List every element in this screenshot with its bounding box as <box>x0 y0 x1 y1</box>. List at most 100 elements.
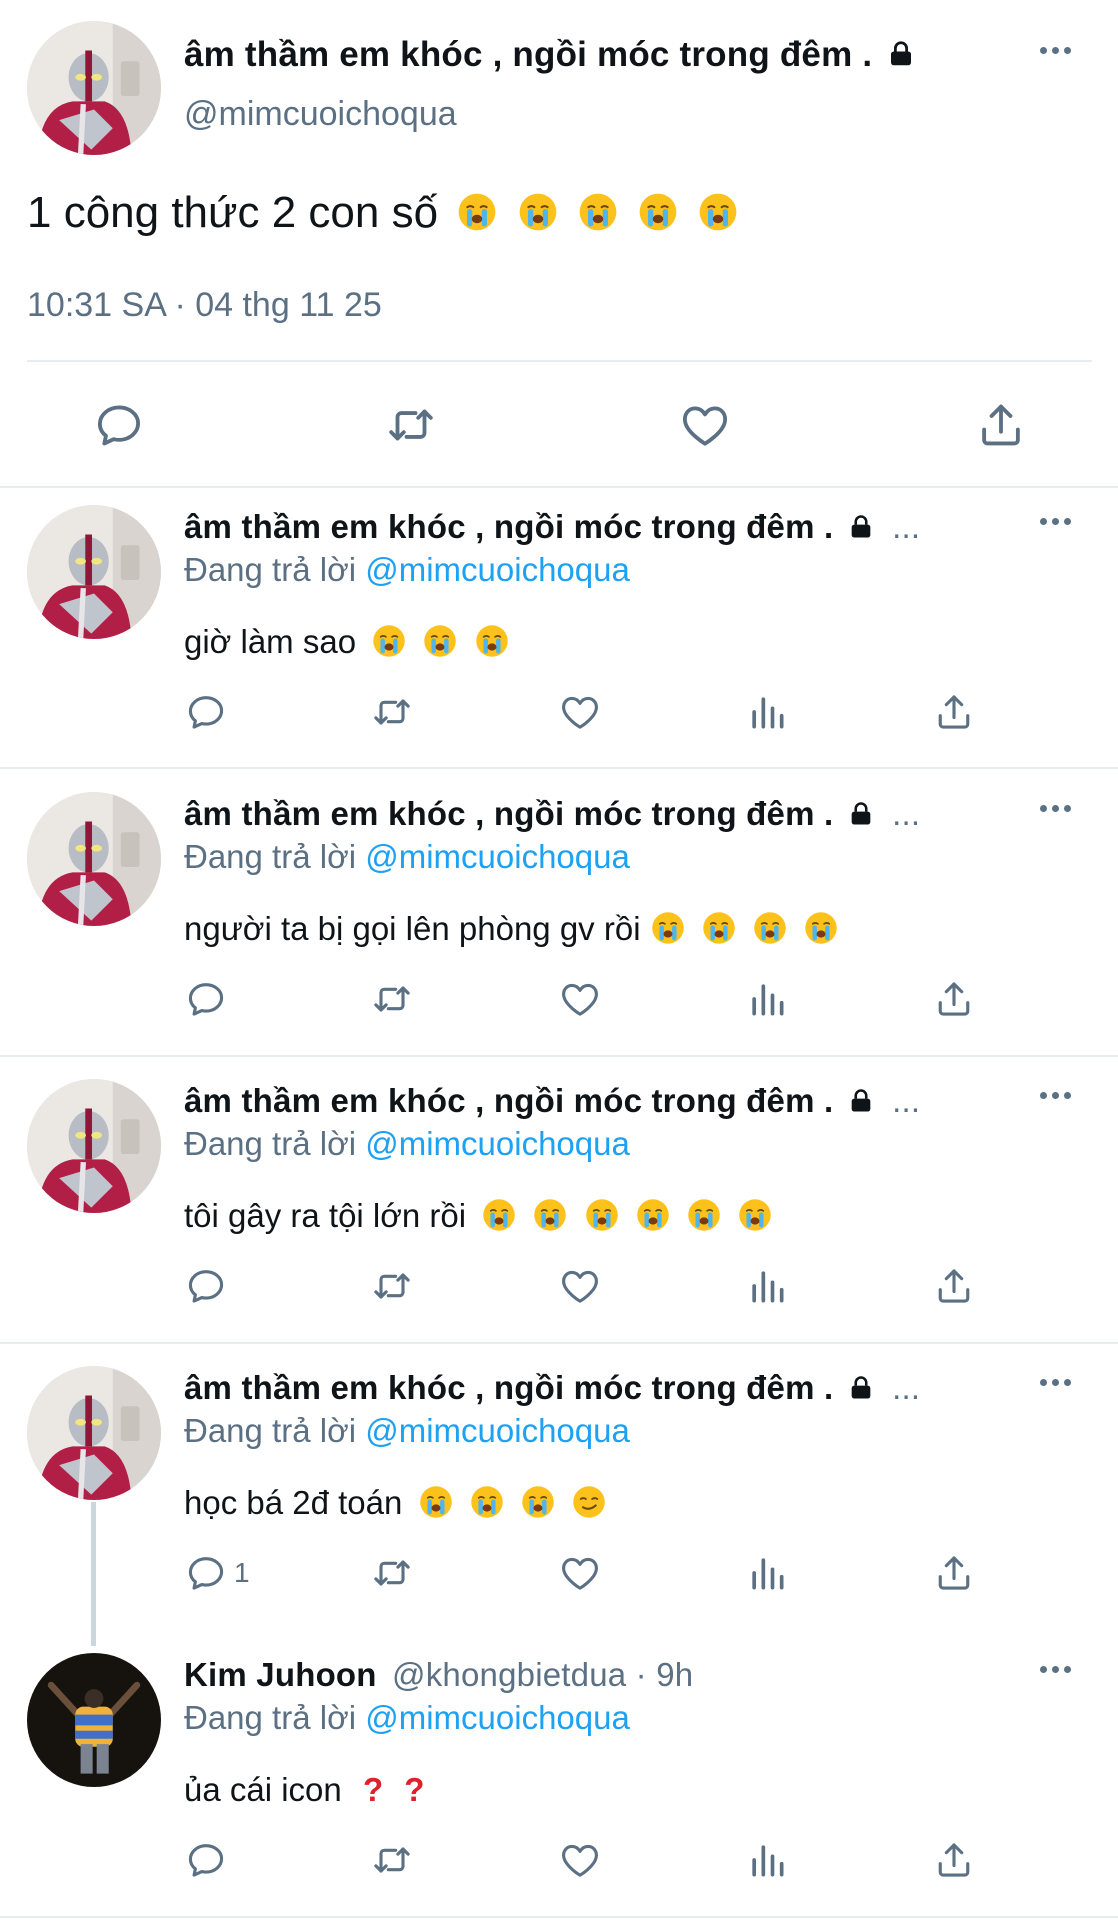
divider <box>27 360 1092 362</box>
reply-tweet[interactable]: Kim Juhoon @khongbietdua · 9h Đang trả l… <box>0 1636 1118 1922</box>
like-icon[interactable] <box>558 977 602 1021</box>
avatar[interactable] <box>27 1366 161 1500</box>
loudly-crying-emoji-icon <box>635 1197 671 1233</box>
loudly-crying-emoji-icon <box>577 191 619 233</box>
more-options-icon[interactable] <box>1040 1379 1071 1386</box>
retweet-icon[interactable] <box>384 398 438 452</box>
retweet-icon[interactable] <box>370 1838 414 1882</box>
reply-tweet[interactable]: âm thầm em khóc , ngồi móc trong đêm . .… <box>0 775 1118 1061</box>
loudly-crying-emoji-icon <box>584 1197 620 1233</box>
share-icon[interactable] <box>932 1264 976 1308</box>
tweet-text: tôi gây ra tội lớn rồi <box>184 1197 773 1235</box>
more-options-icon[interactable] <box>1040 47 1071 54</box>
share-icon[interactable] <box>974 398 1028 452</box>
replying-to: Đang trả lời @mimcuoichoqua <box>184 1412 630 1449</box>
share-icon[interactable] <box>932 977 976 1021</box>
loudly-crying-emoji-icon <box>520 1484 556 1520</box>
replying-to: Đang trả lời @mimcuoichoqua <box>184 1699 630 1736</box>
loudly-crying-emoji-icon <box>637 191 679 233</box>
reply-tweet[interactable]: âm thầm em khóc , ngồi móc trong đêm . .… <box>0 1349 1118 1635</box>
tweet-thread: âm thầm em khóc , ngồi móc trong đêm . @… <box>0 0 1118 1920</box>
analytics-icon[interactable] <box>745 1264 789 1308</box>
reply-icon[interactable] <box>184 977 228 1021</box>
loudly-crying-emoji-icon <box>752 910 788 946</box>
reply-tweet[interactable]: âm thầm em khóc , ngồi móc trong đêm . .… <box>0 488 1118 774</box>
display-name[interactable]: âm thầm em khóc , ngồi móc trong đêm . .… <box>184 1082 920 1120</box>
lock-icon <box>847 1087 875 1115</box>
share-icon[interactable] <box>932 690 976 734</box>
share-icon[interactable] <box>932 1551 976 1595</box>
more-options-icon[interactable] <box>1040 518 1071 525</box>
mention-link[interactable]: @mimcuoichoqua <box>365 838 630 875</box>
display-name[interactable]: âm thầm em khóc , ngồi móc trong đêm . <box>184 35 916 75</box>
reply-icon[interactable] <box>92 398 146 452</box>
loudly-crying-emoji-icon <box>474 623 510 659</box>
lock-icon <box>847 513 875 541</box>
analytics-icon[interactable] <box>745 977 789 1021</box>
analytics-icon[interactable] <box>745 1838 789 1882</box>
replying-to: Đang trả lời @mimcuoichoqua <box>184 838 630 875</box>
retweet-icon[interactable] <box>370 1551 414 1595</box>
lock-icon <box>847 800 875 828</box>
loudly-crying-emoji-icon <box>686 1197 722 1233</box>
lock-icon <box>886 39 916 69</box>
question-mark-emoji-icon: ? <box>404 1771 425 1808</box>
tweet-text: người ta bị gọi lên phòng gv rồi <box>184 910 839 948</box>
divider <box>0 1055 1118 1057</box>
loudly-crying-emoji-icon <box>737 1197 773 1233</box>
like-icon[interactable] <box>558 1838 602 1882</box>
mention-link[interactable]: @mimcuoichoqua <box>365 1699 630 1736</box>
retweet-icon[interactable] <box>370 1264 414 1308</box>
main-tweet: âm thầm em khóc , ngồi móc trong đêm . @… <box>0 0 1118 488</box>
reply-tweet[interactable]: âm thầm em khóc , ngồi móc trong đêm . .… <box>0 1062 1118 1348</box>
reply-icon[interactable] <box>184 1838 228 1882</box>
display-name[interactable]: âm thầm em khóc , ngồi móc trong đêm . .… <box>184 1369 920 1407</box>
display-name[interactable]: âm thầm em khóc , ngồi móc trong đêm . .… <box>184 795 920 833</box>
loudly-crying-emoji-icon <box>422 623 458 659</box>
loudly-crying-emoji-icon <box>701 910 737 946</box>
loudly-crying-emoji-icon <box>803 910 839 946</box>
loudly-crying-emoji-icon <box>469 1484 505 1520</box>
analytics-icon[interactable] <box>745 690 789 734</box>
like-icon[interactable] <box>558 690 602 734</box>
more-options-icon[interactable] <box>1040 805 1071 812</box>
replying-to: Đang trả lời @mimcuoichoqua <box>184 551 630 588</box>
mention-link[interactable]: @mimcuoichoqua <box>365 1412 630 1449</box>
reply-count: 1 <box>234 1557 250 1588</box>
handle-and-time[interactable]: @khongbietdua · 9h <box>392 1656 693 1693</box>
display-name[interactable]: Kim Juhoon @khongbietdua · 9h <box>184 1656 693 1694</box>
retweet-icon[interactable] <box>370 690 414 734</box>
tweet-text: ủa cái icon ? ? <box>184 1771 425 1808</box>
avatar[interactable] <box>27 1079 161 1213</box>
tweet-text: giờ làm sao <box>184 623 510 661</box>
loudly-crying-emoji-icon <box>418 1484 454 1520</box>
more-options-icon[interactable] <box>1040 1092 1071 1099</box>
avatar[interactable] <box>27 1653 161 1787</box>
reply-icon[interactable] <box>184 690 228 734</box>
reply-icon[interactable]: 1 <box>184 1551 250 1595</box>
display-name[interactable]: âm thầm em khóc , ngồi móc trong đêm . .… <box>184 508 920 546</box>
analytics-icon[interactable] <box>745 1551 789 1595</box>
replying-to: Đang trả lời @mimcuoichoqua <box>184 1125 630 1162</box>
more-options-icon[interactable] <box>1040 1666 1071 1673</box>
mention-link[interactable]: @mimcuoichoqua <box>365 551 630 588</box>
loudly-crying-emoji-icon <box>697 191 739 233</box>
divider <box>0 767 1118 769</box>
reply-icon[interactable] <box>184 1264 228 1308</box>
avatar[interactable] <box>27 505 161 639</box>
loudly-crying-emoji-icon <box>371 623 407 659</box>
divider <box>0 1916 1118 1918</box>
retweet-icon[interactable] <box>370 977 414 1021</box>
avatar[interactable] <box>27 21 161 155</box>
divider <box>0 1342 1118 1344</box>
loudly-crying-emoji-icon <box>456 191 498 233</box>
share-icon[interactable] <box>932 1838 976 1882</box>
like-icon[interactable] <box>678 398 732 452</box>
timestamp[interactable]: 10:31 SA · 04 thg 11 25 <box>27 286 382 325</box>
mention-link[interactable]: @mimcuoichoqua <box>365 1125 630 1162</box>
handle[interactable]: @mimcuoichoqua <box>184 95 457 134</box>
question-mark-emoji-icon: ? <box>362 1771 384 1808</box>
avatar[interactable] <box>27 792 161 926</box>
like-icon[interactable] <box>558 1264 602 1308</box>
like-icon[interactable] <box>558 1551 602 1595</box>
